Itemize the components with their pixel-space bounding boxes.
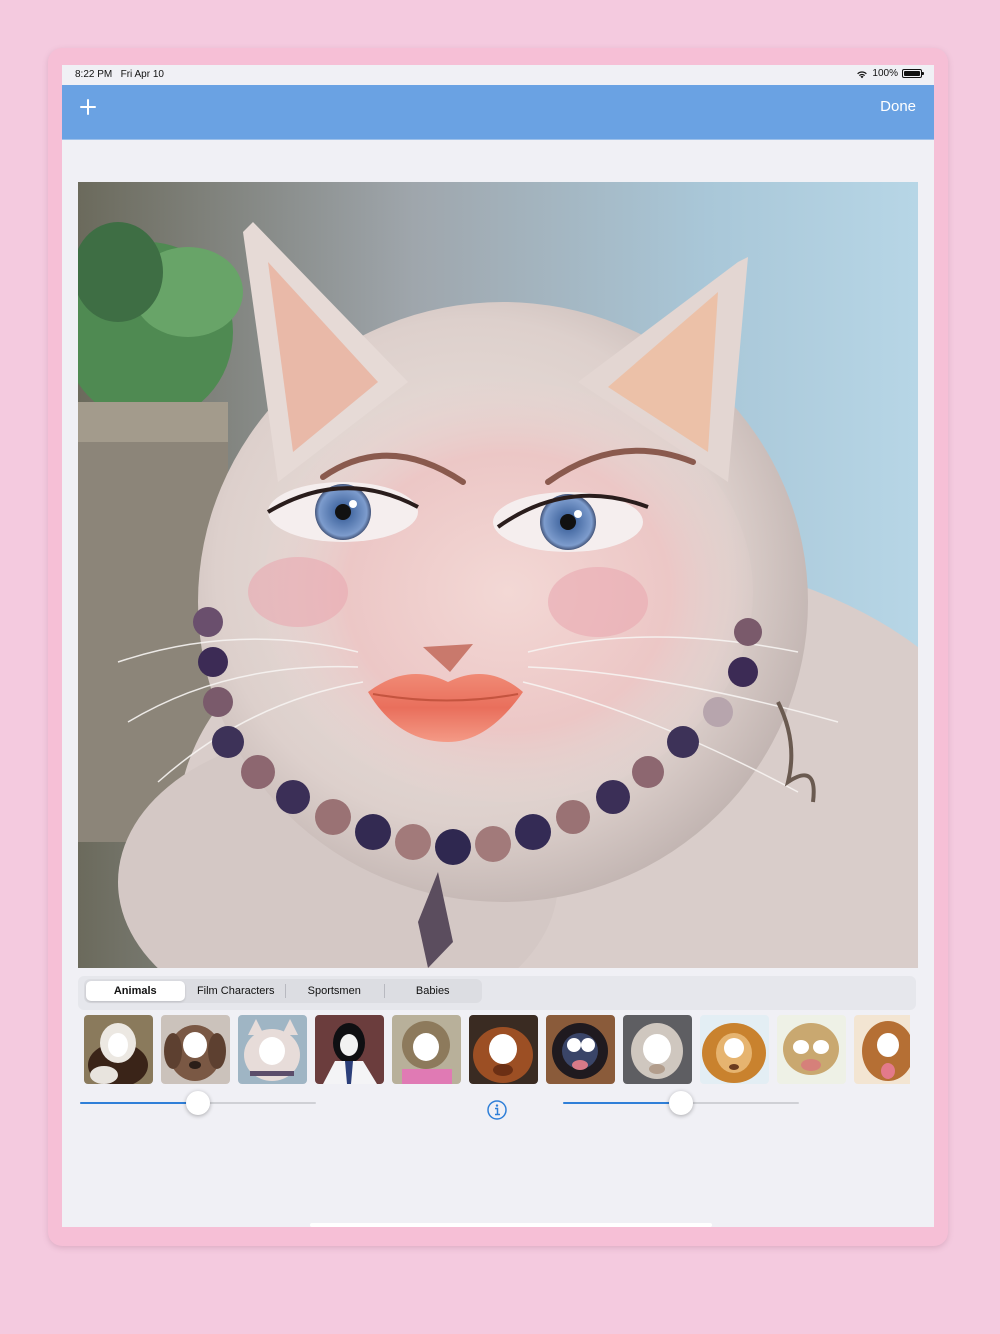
right-adjust-slider[interactable] [563, 1089, 799, 1117]
thumbnail-monkey[interactable] [392, 1015, 461, 1084]
thumbnail-orangutan[interactable] [469, 1015, 538, 1084]
home-indicator [310, 1223, 712, 1227]
status-date: Fri Apr 10 [120, 69, 164, 80]
thumbnail-lemur[interactable] [84, 1015, 153, 1084]
right-slider-knob[interactable] [669, 1091, 693, 1115]
cat-photo-image [78, 182, 918, 968]
info-icon[interactable] [486, 1099, 508, 1121]
left-adjust-slider[interactable] [80, 1089, 316, 1117]
thumbnail-monkey-2[interactable] [777, 1015, 846, 1084]
battery-percent: 100% [872, 68, 898, 79]
tab-animals[interactable]: Animals [86, 981, 185, 1001]
thumbnail-cat[interactable] [238, 1015, 307, 1084]
thumbnail-macaque[interactable] [623, 1015, 692, 1084]
right-slider-fill [563, 1102, 681, 1104]
thumbnail-dog[interactable] [161, 1015, 230, 1084]
wifi-icon [857, 70, 868, 78]
category-bar: Animals Film Characters Sportsmen Babies [78, 976, 916, 1010]
tab-babies[interactable]: Babies [383, 979, 483, 1003]
left-slider-knob[interactable] [186, 1091, 210, 1115]
thumbnail-baby-chimp[interactable] [546, 1015, 615, 1084]
edited-photo[interactable] [78, 182, 918, 968]
left-slider-fill [80, 1102, 198, 1104]
thumbnail-dog-2[interactable] [854, 1015, 910, 1084]
done-button[interactable]: Done [880, 98, 916, 115]
thumbnail-lion[interactable] [700, 1015, 769, 1084]
status-time: 8:22 PM Fri Apr 10 [75, 69, 164, 80]
tab-film-characters[interactable]: Film Characters [187, 979, 286, 1003]
status-time-value: 8:22 PM [75, 69, 113, 80]
plus-icon[interactable] [74, 93, 102, 121]
battery-icon [902, 69, 924, 78]
device-frame: 8:22 PM Fri Apr 10 100% Done Animals Fil… [48, 48, 948, 1246]
status-bar: 8:22 PM Fri Apr 10 100% [62, 65, 934, 85]
status-right: 100% [856, 68, 924, 79]
nav-bar: Done [62, 85, 934, 140]
thumbnail-penguin[interactable] [315, 1015, 384, 1084]
face-thumbnail-strip[interactable] [84, 1015, 910, 1085]
category-segmented-control: Animals Film Characters Sportsmen Babies [84, 979, 482, 1003]
app-screen: 8:22 PM Fri Apr 10 100% Done Animals Fil… [62, 65, 934, 1227]
tab-sportsmen[interactable]: Sportsmen [285, 979, 384, 1003]
